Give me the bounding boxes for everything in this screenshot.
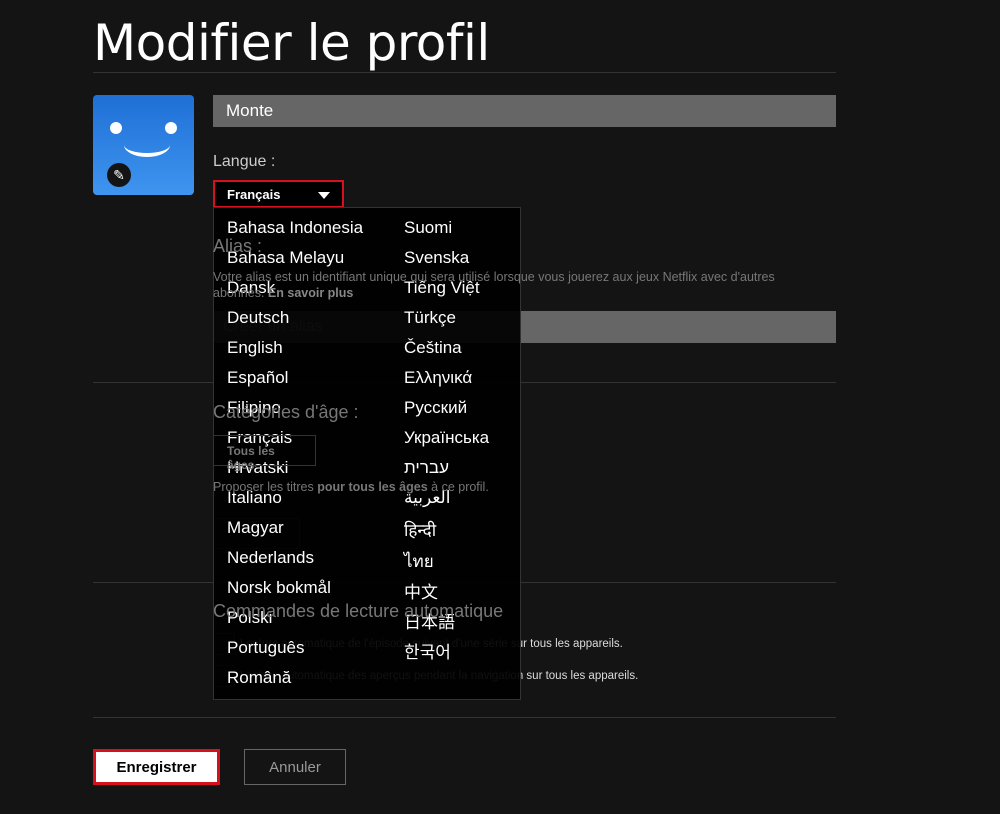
avatar-smile — [124, 133, 170, 157]
avatar-eye — [110, 122, 122, 134]
divider — [93, 72, 836, 73]
language-option[interactable]: ไทย — [404, 548, 434, 575]
language-option[interactable]: Español — [227, 368, 288, 388]
language-option[interactable]: Русский — [404, 398, 467, 418]
alias-description: Votre alias est un identifiant unique qu… — [213, 269, 813, 301]
language-option[interactable]: Čeština — [404, 338, 462, 358]
caret-down-icon — [318, 192, 330, 199]
language-option[interactable]: Ελληνικά — [404, 368, 472, 388]
autoplay-label: Commandes de lecture automatique — [213, 601, 504, 621]
language-option[interactable]: Norsk bokmål — [227, 578, 331, 598]
page-title: Modifier le profil — [93, 14, 490, 72]
profile-name-input[interactable] — [213, 95, 836, 127]
divider — [93, 717, 836, 718]
language-option[interactable]: Română — [227, 668, 291, 688]
language-option[interactable]: Українська — [404, 428, 489, 448]
pencil-icon[interactable]: ✎ — [107, 163, 131, 187]
language-label: Langue : — [213, 153, 276, 170]
age-rating-button[interactable]: Tous les âges — [213, 435, 316, 472]
language-option[interactable]: Türkçe — [404, 308, 456, 328]
language-option[interactable]: English — [227, 338, 283, 358]
language-option[interactable]: Suomi — [404, 218, 452, 238]
language-option[interactable]: Português — [227, 638, 305, 658]
language-option[interactable]: Magyar — [227, 518, 284, 538]
age-description: Proposer les titres pour tous les âges à… — [213, 480, 489, 494]
age-desc-bold: pour tous les âges — [317, 480, 428, 494]
avatar[interactable]: ✎ — [93, 95, 194, 195]
language-select[interactable]: Français — [213, 180, 344, 208]
age-label: Catégories d'âge : — [213, 402, 359, 422]
save-button[interactable]: Enregistrer — [93, 749, 220, 785]
language-selected: Français — [227, 187, 281, 202]
age-desc-prefix: Proposer les titres — [213, 480, 318, 494]
language-option[interactable]: Bahasa Indonesia — [227, 218, 363, 238]
language-option[interactable]: 中文 — [404, 578, 438, 603]
language-option[interactable]: עברית — [404, 458, 449, 478]
age-desc-suffix: à ce profil. — [427, 480, 489, 494]
alias-label: Alias : — [213, 236, 263, 256]
language-option[interactable]: Svenska — [404, 248, 469, 268]
learn-more-link[interactable]: En savoir plus — [268, 286, 353, 300]
language-option[interactable]: हिन्दी — [404, 518, 436, 541]
language-option[interactable]: 한국어 — [404, 638, 451, 663]
language-option[interactable]: Nederlands — [227, 548, 314, 568]
cancel-button[interactable]: Annuler — [244, 749, 346, 785]
language-option[interactable]: Deutsch — [227, 308, 289, 328]
